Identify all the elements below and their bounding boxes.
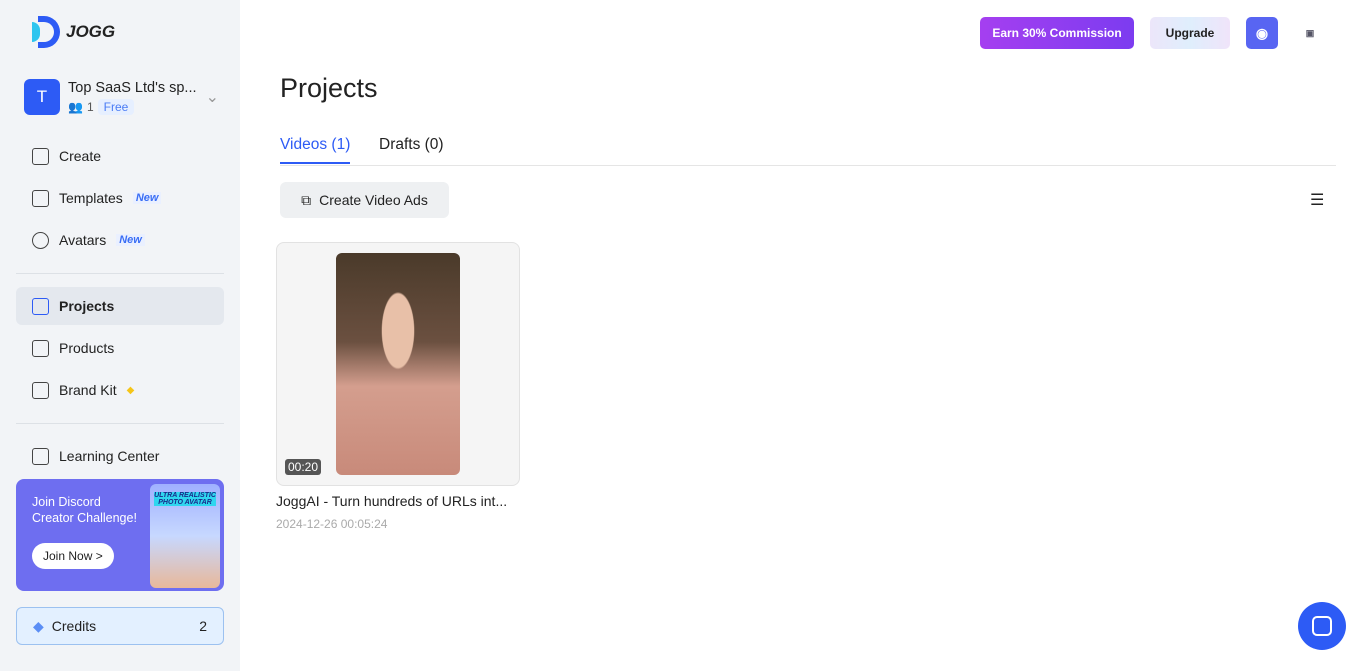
sidebar: JOGG T Top SaaS Ltd's sp... 👥 1 Free ⌄ Cre…	[0, 0, 240, 671]
sidebar-item-brand-kit[interactable]: Brand Kit ◆	[16, 371, 224, 409]
sidebar-item-templates[interactable]: Templates New	[16, 179, 224, 217]
promo-image: ULTRA REALISTIC PHOTO AVATAR	[150, 484, 220, 588]
chevron-down-icon: ⌄	[205, 89, 219, 106]
video-duration: 00:20	[285, 459, 322, 475]
workspace-switcher[interactable]: T Top SaaS Ltd's sp... 👥 1 Free ⌄	[24, 79, 219, 115]
project-tabs: Videos (1) Drafts (0)	[280, 136, 1336, 166]
workspace-avatar: T	[24, 79, 60, 115]
video-thumbnail	[336, 253, 460, 475]
tab-videos[interactable]: Videos (1)	[280, 136, 351, 164]
members-icon: 👥	[68, 99, 83, 114]
sidebar-item-create[interactable]: Create	[16, 137, 224, 175]
list-view-icon[interactable]: ☰	[1310, 190, 1324, 210]
chat-support-button[interactable]	[1298, 602, 1346, 650]
tab-drafts[interactable]: Drafts (0)	[379, 136, 444, 162]
video-date: 2024-12-26 00:05:24	[276, 517, 388, 531]
copy-icon: ⧉	[301, 191, 312, 208]
discord-challenge-banner[interactable]: Join Discord Creator Challenge! Join Now …	[16, 479, 224, 591]
sidebar-item-avatars[interactable]: Avatars New	[16, 221, 224, 259]
discord-icon[interactable]: ◉	[1246, 17, 1278, 49]
create-video-ads-button[interactable]: ⧉ Create Video Ads	[280, 182, 449, 218]
credits-panel[interactable]: ◆ Credits 2	[16, 607, 224, 645]
book-icon	[32, 447, 49, 465]
projects-icon	[32, 297, 49, 315]
page-title: Projects	[280, 73, 378, 103]
brand-kit-icon	[32, 381, 49, 399]
video-title[interactable]: JoggAI - Turn hundreds of URLs int...	[276, 493, 507, 509]
logo[interactable]: JOGG	[32, 16, 115, 48]
diamond-icon: ◆	[33, 617, 44, 634]
sidebar-item-learning-center[interactable]: Learning Center	[16, 437, 224, 475]
user-avatar[interactable]: ▣	[1296, 17, 1324, 49]
products-icon	[32, 339, 49, 357]
upgrade-button[interactable]: Upgrade	[1150, 17, 1230, 49]
create-icon	[32, 147, 49, 165]
jogg-logo-icon	[32, 16, 60, 48]
video-card[interactable]: 00:20	[276, 242, 520, 486]
avatar-icon	[32, 231, 49, 249]
join-now-button[interactable]: Join Now >	[32, 543, 114, 569]
earn-commission-button[interactable]: Earn 30% Commission	[980, 17, 1134, 49]
sidebar-item-projects[interactable]: Projects	[16, 287, 224, 325]
templates-icon	[32, 189, 49, 207]
plan-badge: Free	[97, 98, 135, 115]
divider	[16, 273, 224, 274]
sidebar-item-products[interactable]: Products	[16, 329, 224, 367]
premium-gem-icon: ◆	[126, 384, 135, 396]
divider	[16, 423, 224, 424]
chat-icon	[1312, 616, 1332, 636]
